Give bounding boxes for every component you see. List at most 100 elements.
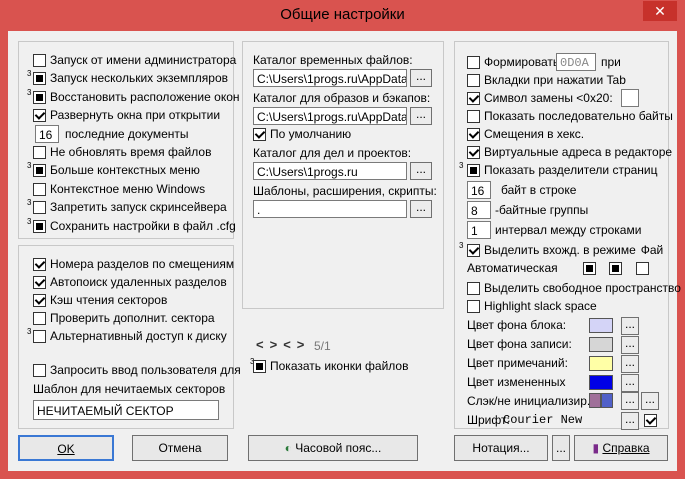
general-option-row[interactable]: Контекстное меню Windows bbox=[27, 181, 205, 198]
color-pick-button[interactable]: ... bbox=[621, 317, 639, 335]
interval-input[interactable]: 1 bbox=[467, 221, 491, 239]
form-value-input[interactable]: 0D0A bbox=[556, 53, 596, 71]
disk-option-checkbox[interactable] bbox=[33, 330, 46, 343]
projects-folder-browse-button[interactable]: ... bbox=[410, 162, 432, 180]
color-swatch[interactable] bbox=[589, 337, 613, 352]
slack-color-swatch-1[interactable] bbox=[589, 393, 601, 408]
separators-row[interactable]: 3 Показать разделители страниц bbox=[459, 162, 658, 179]
tabs-row[interactable]: Вкладки при нажатии Tab bbox=[467, 72, 626, 89]
color-pick-button[interactable]: ... bbox=[621, 374, 639, 392]
general-option-row[interactable]: Запуск от имени администратора bbox=[27, 52, 236, 69]
help-button[interactable]: ▮ Справка bbox=[574, 435, 668, 461]
general-option-checkbox[interactable] bbox=[33, 201, 46, 215]
slack-color-swatch-2[interactable] bbox=[601, 393, 613, 408]
ok-button[interactable]: OK bbox=[18, 435, 114, 461]
free-space-row[interactable]: Выделить свободное пространство bbox=[467, 280, 681, 297]
color-swatch[interactable] bbox=[589, 318, 613, 333]
title-bar: Общие настройки ✕ bbox=[0, 0, 685, 32]
disk-option-checkbox[interactable] bbox=[33, 364, 46, 377]
disk-option-row[interactable]: Кэш чтения секторов bbox=[27, 292, 167, 309]
temp-folder-input[interactable]: C:\Users\1progs.ru\AppData\L bbox=[253, 69, 407, 87]
show-icons-row[interactable]: 3 Показать иконки файлов bbox=[250, 358, 408, 375]
projects-folder-input[interactable]: C:\Users\1progs.ru bbox=[253, 162, 407, 180]
auto-option-3[interactable] bbox=[636, 262, 649, 275]
templates-input[interactable]: . bbox=[253, 200, 407, 218]
general-option-checkbox[interactable] bbox=[33, 164, 46, 178]
groups-input[interactable]: 8 bbox=[467, 201, 491, 219]
font-button[interactable]: ... bbox=[621, 412, 639, 430]
timezone-button[interactable]: ◐ Часовой пояс... bbox=[248, 435, 418, 461]
hex-offsets-row[interactable]: Смещения в хекс. bbox=[467, 126, 584, 143]
next-arrow-icon[interactable]: > bbox=[270, 337, 284, 352]
show-icons-checkbox[interactable] bbox=[253, 360, 266, 373]
slack-row[interactable]: Highlight slack space bbox=[467, 298, 597, 315]
general-option-row[interactable]: 3 Больше контекстных меню bbox=[27, 162, 200, 179]
disk-option-checkbox[interactable] bbox=[33, 258, 46, 271]
virtual-row[interactable]: Виртуальные адреса в редакторе bbox=[467, 144, 672, 161]
disk-option-row[interactable]: Автопоиск удаленных разделов bbox=[27, 274, 227, 291]
hex-offsets-checkbox[interactable] bbox=[467, 128, 480, 141]
select-checkbox[interactable] bbox=[467, 244, 480, 257]
form-row[interactable]: Формировать bbox=[467, 54, 559, 71]
images-folder-browse-button[interactable]: ... bbox=[410, 107, 432, 125]
color-swatch[interactable] bbox=[589, 356, 613, 371]
disk-option-row[interactable]: Запросить ввод пользователя для bbox=[27, 362, 241, 379]
templates-browse-button[interactable]: ... bbox=[410, 200, 432, 218]
auto-option-2[interactable] bbox=[609, 262, 622, 275]
slack-color-button-1[interactable]: ... bbox=[621, 392, 639, 410]
recent-docs-count-input[interactable]: 16 bbox=[35, 125, 59, 143]
replace-row[interactable]: Символ замены <0x20: bbox=[467, 90, 613, 107]
tabs-checkbox[interactable] bbox=[467, 74, 480, 87]
separators-checkbox[interactable] bbox=[467, 164, 480, 177]
general-option-checkbox[interactable] bbox=[33, 219, 46, 233]
general-option-row[interactable]: Развернуть окна при открытии bbox=[27, 107, 220, 124]
disk-option-checkbox[interactable] bbox=[33, 312, 46, 325]
notation-button[interactable]: Нотация... bbox=[454, 435, 548, 461]
disk-option-row[interactable]: Номера разделов по смещениям bbox=[27, 256, 234, 273]
font-checkbox[interactable] bbox=[644, 414, 657, 427]
default-checkbox-row[interactable]: По умолчанию bbox=[253, 126, 351, 143]
general-option-checkbox[interactable] bbox=[33, 54, 46, 67]
nav-arrows[interactable]: <><> bbox=[256, 337, 310, 353]
slack-color-button-2[interactable]: ... bbox=[641, 392, 659, 410]
cancel-button[interactable]: Отмена bbox=[132, 435, 228, 461]
auto-option-1[interactable] bbox=[583, 262, 596, 275]
default-checkbox[interactable] bbox=[253, 128, 266, 141]
free-space-checkbox[interactable] bbox=[467, 282, 480, 295]
close-button[interactable]: ✕ bbox=[643, 1, 677, 21]
general-option-row[interactable]: 3 Запретить запуск скринсейвера bbox=[27, 199, 227, 216]
images-folder-input[interactable]: C:\Users\1progs.ru\AppData\L bbox=[253, 107, 407, 125]
general-option-checkbox[interactable] bbox=[33, 109, 46, 123]
general-option-checkbox[interactable] bbox=[33, 182, 46, 196]
unreadable-template-input[interactable]: НЕЧИТАЕМЫЙ СЕКТОР bbox=[33, 400, 219, 420]
general-option-row[interactable]: 3 Запуск нескольких экземпляров bbox=[27, 70, 228, 87]
color-swatch[interactable] bbox=[589, 375, 613, 390]
slack-checkbox[interactable] bbox=[467, 300, 480, 313]
color-pick-button[interactable]: ... bbox=[621, 336, 639, 354]
bytes-per-line-input[interactable]: 16 bbox=[467, 181, 491, 199]
virtual-checkbox[interactable] bbox=[467, 146, 480, 159]
general-option-row[interactable]: 3 Восстановить расположение окон bbox=[27, 88, 240, 106]
select-row[interactable]: 3 Выделить вхожд. в режиме Фай bbox=[459, 242, 663, 259]
replace-checkbox[interactable] bbox=[467, 92, 480, 105]
disk-option-checkbox[interactable] bbox=[33, 294, 46, 307]
form-checkbox[interactable] bbox=[467, 56, 480, 69]
prev2-arrow-icon[interactable]: < bbox=[283, 337, 297, 352]
general-option-row[interactable]: 3 Сохранить настройки в файл .cfg bbox=[27, 217, 236, 235]
general-option-checkbox[interactable] bbox=[33, 90, 46, 104]
temp-folder-browse-button[interactable]: ... bbox=[410, 69, 432, 87]
disk-option-checkbox[interactable] bbox=[33, 276, 46, 289]
next2-arrow-icon[interactable]: > bbox=[297, 337, 311, 352]
general-option-row[interactable]: Не обновлять время файлов bbox=[27, 144, 211, 161]
select-label: Выделить вхожд. в режиме bbox=[484, 243, 636, 257]
replace-char-input[interactable] bbox=[621, 89, 639, 107]
prev-arrow-icon[interactable]: < bbox=[256, 337, 270, 352]
disk-option-row[interactable]: Проверить дополнит. сектора bbox=[27, 310, 215, 327]
show-bytes-checkbox[interactable] bbox=[467, 110, 480, 123]
show-bytes-row[interactable]: Показать последовательно байты bbox=[467, 108, 673, 125]
notation-dots-button[interactable]: ... bbox=[552, 435, 570, 461]
general-option-checkbox[interactable] bbox=[33, 72, 46, 86]
color-pick-button[interactable]: ... bbox=[621, 355, 639, 373]
disk-option-row[interactable]: 3 Альтернативный доступ к диску bbox=[27, 328, 227, 345]
general-option-checkbox[interactable] bbox=[33, 146, 46, 159]
